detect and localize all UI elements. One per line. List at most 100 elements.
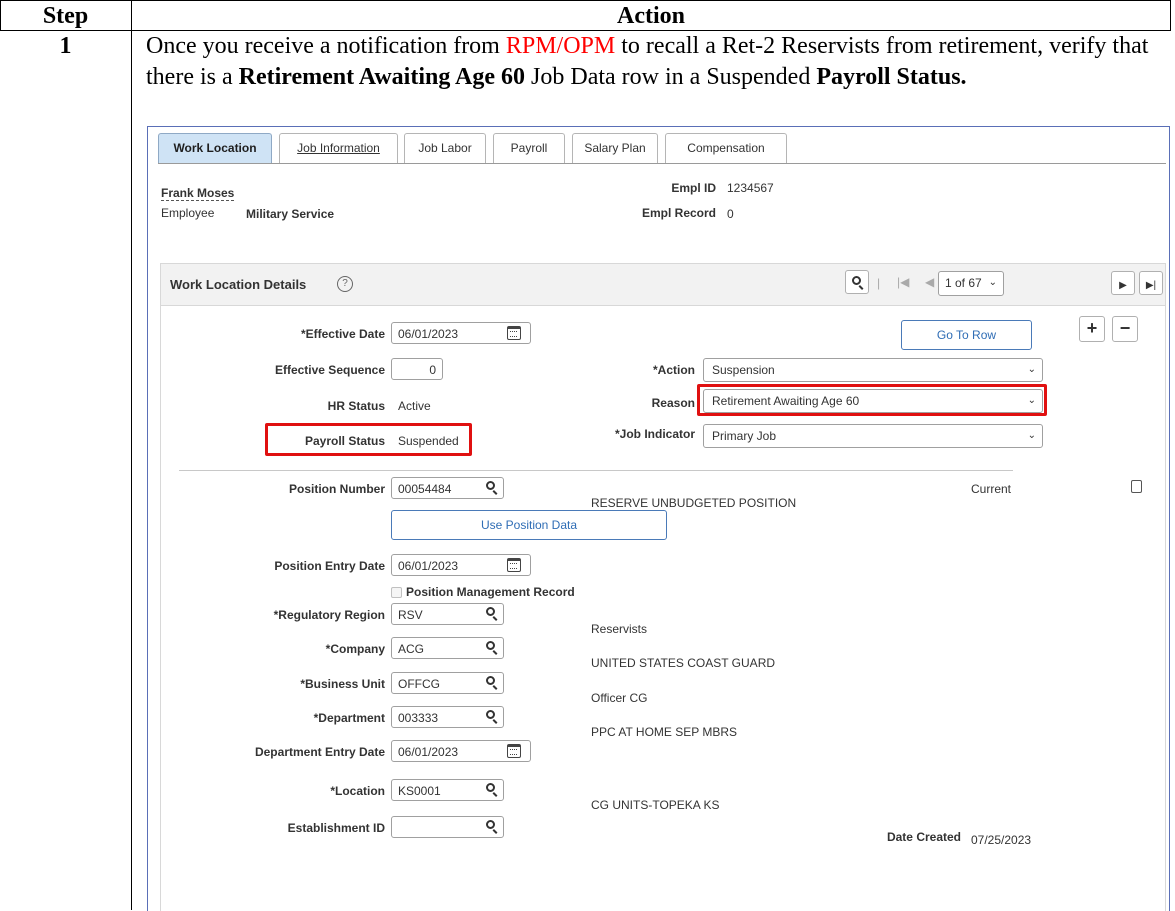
tab-job-information[interactable]: Job Information	[279, 133, 398, 163]
payroll-status-value: Suspended	[398, 434, 459, 448]
action-bold-reason: Retirement Awaiting Age 60	[238, 64, 526, 90]
empl-record-value: 0	[727, 207, 734, 221]
calendar-icon[interactable]	[507, 558, 521, 572]
search-icon	[852, 276, 861, 285]
regulatory-region-label: *Regulatory Region	[273, 608, 385, 622]
notepad-icon[interactable]	[1131, 480, 1142, 493]
chevron-down-icon: ⌄	[1027, 430, 1036, 441]
minus-icon: −	[1119, 318, 1131, 338]
chevron-down-icon: ⌄	[988, 277, 997, 288]
delete-row-button[interactable]: −	[1112, 316, 1138, 342]
empl-id-label: Empl ID	[671, 181, 716, 195]
date-created-label: Date Created	[886, 830, 961, 844]
chevron-down-icon: ⌄	[1027, 364, 1036, 375]
location-description: CG UNITS-TOPEKA KS	[591, 798, 720, 812]
tab-payroll[interactable]: Payroll	[493, 133, 565, 163]
help-icon[interactable]: ?	[337, 276, 353, 292]
job-indicator-select[interactable]: Primary Job ⌄	[703, 424, 1043, 448]
position-description: RESERVE UNBUDGETED POSITION	[591, 496, 797, 510]
job-data-screenshot: Work Location Job Information Job Labor …	[147, 126, 1170, 911]
step-number: 1	[59, 33, 72, 59]
action-text-1: Once you receive a notification from	[146, 33, 506, 59]
action-select-value: Suspension	[712, 363, 775, 377]
tab-job-information-label: Job Information	[297, 141, 380, 155]
go-to-row-button[interactable]: Go To Row	[901, 320, 1032, 350]
first-row-icon[interactable]: |◀	[897, 275, 909, 289]
department-description: PPC AT HOME SEP MBRS	[591, 725, 738, 739]
tab-underline	[158, 163, 1166, 164]
job-indicator-select-value: Primary Job	[712, 429, 777, 443]
find-button[interactable]	[845, 270, 869, 294]
section-divider	[179, 470, 1013, 471]
department-entry-date-label: Department Entry Date	[254, 745, 385, 759]
work-location-details-panel: Work Location Details ? | |◀ ◀ 1 of 67 ⌄ …	[160, 263, 1166, 911]
reason-select[interactable]: Retirement Awaiting Age 60 ⌄	[703, 389, 1043, 413]
effective-sequence-label: Effective Sequence	[274, 363, 385, 377]
calendar-icon[interactable]	[507, 744, 521, 758]
position-management-checkbox[interactable]	[391, 587, 402, 598]
employee-type: Employee	[161, 206, 215, 220]
job-indicator-label: *Job Indicator	[614, 427, 695, 441]
empl-id-value: 1234567	[727, 181, 774, 195]
previous-row-icon[interactable]: ◀	[925, 275, 934, 289]
reason-select-value: Retirement Awaiting Age 60	[712, 394, 860, 408]
panel-title: Work Location Details	[170, 277, 307, 292]
hr-status-label: HR Status	[327, 399, 385, 413]
company-description: UNITED STATES COAST GUARD	[591, 656, 776, 670]
business-unit-label: *Business Unit	[300, 677, 385, 691]
chevron-down-icon: ⌄	[1027, 395, 1036, 406]
calendar-icon[interactable]	[507, 326, 521, 340]
tab-salary-plan[interactable]: Salary Plan	[572, 133, 658, 163]
service-label: Military Service	[246, 207, 335, 221]
payroll-status-label: Payroll Status	[304, 434, 385, 448]
action-label: *Action	[653, 363, 695, 377]
panel-header: Work Location Details ? | |◀ ◀ 1 of 67 ⌄ …	[161, 264, 1165, 306]
position-entry-date-label: Position Entry Date	[274, 559, 385, 573]
position-number-label: Position Number	[288, 482, 385, 496]
action-select[interactable]: Suspension ⌄	[703, 358, 1043, 382]
next-row-button[interactable]: ▶	[1111, 271, 1135, 295]
reason-label: Reason	[651, 396, 695, 410]
regulatory-region-search-icon[interactable]	[486, 607, 495, 616]
location-search-icon[interactable]	[486, 783, 495, 792]
last-row-button[interactable]: ▶|	[1139, 271, 1163, 295]
effective-date-label: *Effective Date	[300, 327, 385, 341]
add-row-button[interactable]: +	[1079, 316, 1105, 342]
regulatory-region-description: Reservists	[591, 622, 648, 636]
action-instruction: Once you receive a notification from RPM…	[146, 31, 1156, 93]
date-created-value: 07/25/2023	[971, 833, 1032, 847]
company-label: *Company	[325, 642, 385, 656]
effective-sequence-input[interactable]: 0	[391, 358, 443, 380]
table-column-divider	[131, 0, 132, 910]
business-unit-search-icon[interactable]	[486, 676, 495, 685]
position-management-label: Position Management Record	[406, 585, 575, 599]
plus-icon: +	[1086, 318, 1098, 338]
action-header: Action	[617, 3, 685, 29]
hr-status-value: Active	[398, 399, 431, 413]
action-bold-payroll: Payroll Status.	[816, 64, 967, 90]
last-row-icon: ▶|	[1145, 280, 1157, 291]
business-unit-description: Officer CG	[591, 691, 648, 705]
row-pager-value: 1 of 67	[945, 276, 982, 290]
establishment-id-label: Establishment ID	[287, 821, 385, 835]
location-label: *Location	[330, 784, 385, 798]
department-label: *Department	[313, 711, 385, 725]
current-label: Current	[971, 482, 1012, 496]
empl-record-label: Empl Record	[641, 206, 716, 220]
establishment-id-search-icon[interactable]	[486, 820, 495, 829]
row-pager-select[interactable]: 1 of 67 ⌄	[938, 271, 1004, 296]
step-header: Step	[42, 3, 89, 29]
tab-job-labor[interactable]: Job Labor	[404, 133, 486, 163]
action-text-3: Job Data row in a Suspended	[525, 64, 817, 90]
pager-divider: |	[877, 276, 881, 290]
employee-name[interactable]: Frank Moses	[161, 186, 235, 201]
company-search-icon[interactable]	[486, 641, 495, 650]
tab-work-location[interactable]: Work Location	[158, 133, 272, 163]
department-search-icon[interactable]	[486, 710, 495, 719]
use-position-data-button[interactable]: Use Position Data	[391, 510, 667, 540]
tab-compensation[interactable]: Compensation	[665, 133, 787, 163]
next-row-icon: ▶	[1119, 280, 1127, 291]
table-border-right	[1170, 0, 1171, 31]
position-number-search-icon[interactable]	[486, 481, 495, 490]
rpm-opm-text: RPM/OPM	[505, 33, 616, 59]
